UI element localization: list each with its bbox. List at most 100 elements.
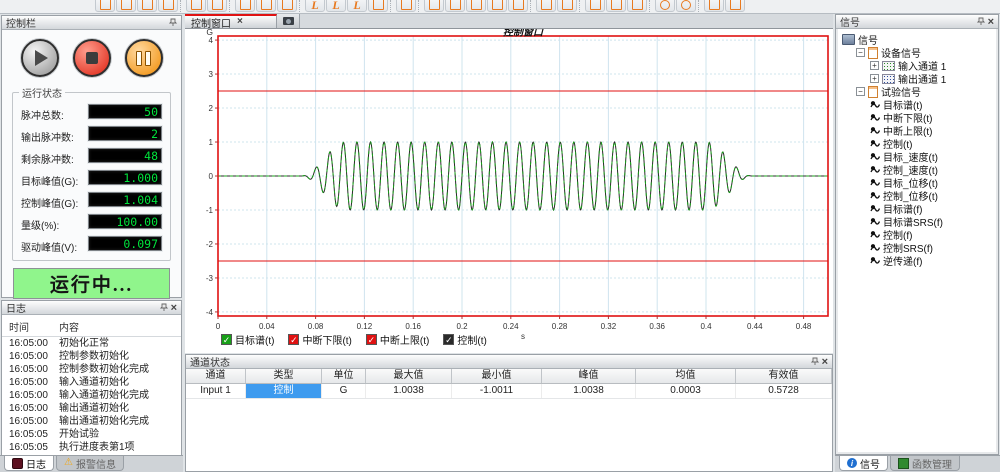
toolbar-close-button[interactable] bbox=[725, 0, 745, 12]
channel-col-4[interactable]: 最大值 bbox=[366, 369, 452, 383]
legend-checkbox[interactable]: ✓ bbox=[366, 334, 377, 345]
channel-col-1[interactable]: 通道 bbox=[186, 369, 246, 383]
toolbar-clock-button[interactable] bbox=[277, 0, 297, 12]
channel-col-2[interactable]: 类型 bbox=[246, 369, 322, 383]
channel-col-8[interactable]: 有效值 bbox=[736, 369, 832, 383]
play-icon bbox=[35, 50, 48, 66]
toolbar-new-button[interactable] bbox=[95, 0, 115, 12]
log-row[interactable]: 16:05:05执行进度表第1项 bbox=[2, 441, 181, 454]
legend-checkbox[interactable]: ✓ bbox=[443, 334, 454, 345]
toolbar-table-columns-button[interactable] bbox=[466, 0, 486, 12]
status-field-row: 控制峰值(G):1.004 bbox=[19, 190, 164, 212]
status-field-label: 驱动峰值(V): bbox=[21, 239, 77, 254]
play-button[interactable] bbox=[21, 39, 59, 77]
toolbar-print-button[interactable] bbox=[207, 0, 227, 12]
main-toolbar: LLL bbox=[0, 0, 1000, 14]
log-row[interactable]: 16:05:00输出通道初始化完成 bbox=[2, 415, 181, 428]
log-row[interactable]: 16:05:00初始化正常 bbox=[2, 337, 181, 350]
toolbar-zoom-out-button[interactable] bbox=[676, 0, 696, 12]
clock-icon bbox=[282, 0, 293, 10]
expand-icon[interactable]: + bbox=[870, 74, 879, 83]
pin-icon[interactable] bbox=[811, 357, 819, 366]
collapse-icon[interactable]: − bbox=[856, 48, 865, 57]
toolbar-window-add-button[interactable] bbox=[557, 0, 577, 12]
pin-icon[interactable] bbox=[169, 18, 177, 27]
close-icon[interactable]: × bbox=[988, 17, 994, 27]
pin-icon[interactable] bbox=[977, 17, 985, 26]
log-row[interactable]: 16:05:00输入通道初始化 bbox=[2, 376, 181, 389]
expand-icon[interactable]: + bbox=[870, 61, 879, 70]
tree-item-逆传递(f)[interactable]: 逆传递(f) bbox=[838, 254, 996, 267]
signal-tab-函数管理[interactable]: 函数管理 bbox=[890, 456, 960, 471]
signal-tree: 信号−设备信号+输入通道 1+输出通道 1−试验信号目标谱(t)中断下限(t)中… bbox=[836, 29, 998, 454]
log-tab-日志[interactable]: 日志 bbox=[4, 456, 54, 471]
toolbar-layout-vertical-button[interactable] bbox=[606, 0, 626, 12]
legend-item[interactable]: ✓中断上限(t) bbox=[366, 332, 429, 347]
toolbar-copy-button[interactable] bbox=[186, 0, 206, 12]
toolbar-chart-edit-button[interactable] bbox=[508, 0, 528, 12]
log-row[interactable]: 16:05:00控制参数初始化 bbox=[2, 350, 181, 363]
toolbar-pie-chart-button[interactable] bbox=[256, 0, 276, 12]
close-icon[interactable]: × bbox=[171, 303, 177, 313]
toolbar-favorite-button[interactable] bbox=[235, 0, 255, 12]
channel-col-6[interactable]: 峰值 bbox=[542, 369, 636, 383]
toolbar-signal-L-large-button[interactable]: L bbox=[347, 0, 367, 12]
log-row[interactable]: 16:05:00输入通道初始化完成 bbox=[2, 389, 181, 402]
collapse-icon[interactable]: − bbox=[856, 87, 865, 96]
toolbar-signal-L-small-button[interactable]: L bbox=[305, 0, 325, 12]
pause-button[interactable] bbox=[125, 39, 163, 77]
log-tab-label: 日志 bbox=[26, 456, 46, 471]
legend-item[interactable]: ✓中断下限(t) bbox=[288, 332, 351, 347]
x-tick-label: 0.16 bbox=[405, 322, 421, 331]
legend-label: 中断上限(t) bbox=[380, 332, 429, 347]
log-time: 16:05:00 bbox=[9, 402, 59, 415]
channel-cell: Input 1 bbox=[186, 384, 246, 398]
toolbar-close-file-button[interactable] bbox=[137, 0, 157, 12]
y-tick-label: -2 bbox=[206, 240, 214, 249]
legend-checkbox[interactable]: ✓ bbox=[221, 334, 232, 345]
waveform-leaf-icon bbox=[870, 178, 880, 187]
waveform-leaf-icon bbox=[870, 139, 880, 148]
legend-item[interactable]: ✓控制(t) bbox=[443, 332, 486, 347]
toolbar-open-button[interactable] bbox=[116, 0, 136, 12]
toolbar-layout-cascade-button[interactable] bbox=[627, 0, 647, 12]
close-icon[interactable]: × bbox=[237, 17, 243, 27]
toolbar-undo-button[interactable] bbox=[704, 0, 724, 12]
toolbar-chart-view-button[interactable] bbox=[487, 0, 507, 12]
legend-item[interactable]: ✓目标谱(t) bbox=[221, 332, 274, 347]
tree-item-中断上限(t)[interactable]: 中断上限(t) bbox=[838, 124, 996, 137]
waveform-leaf-icon bbox=[870, 243, 880, 252]
tab-control-window[interactable]: 控制窗口 × bbox=[185, 14, 277, 28]
channel-row[interactable]: Input 1控制G1.0038-1.00111.00380.00030.572… bbox=[186, 384, 832, 399]
log-tab-报警信息[interactable]: ⚠报警信息 bbox=[56, 456, 124, 471]
stop-button[interactable] bbox=[73, 39, 111, 77]
toolbar-table-add-button[interactable] bbox=[445, 0, 465, 12]
x-tick-label: 0.04 bbox=[259, 322, 275, 331]
toolbar-save-button[interactable] bbox=[158, 0, 178, 12]
channel-col-5[interactable]: 最小值 bbox=[452, 369, 542, 383]
toolbar-signal-L-medium-button[interactable]: L bbox=[326, 0, 346, 12]
transport-buttons bbox=[2, 30, 181, 77]
toolbar-table-view-button[interactable] bbox=[424, 0, 444, 12]
log-row[interactable]: 16:05:00控制参数初始化完成 bbox=[2, 363, 181, 376]
toolbar-window-link-button[interactable] bbox=[536, 0, 556, 12]
toolbar-layout-horizontal-button[interactable] bbox=[585, 0, 605, 12]
channel-col-7[interactable]: 均值 bbox=[636, 369, 736, 383]
toolbar-zoom-in-button[interactable] bbox=[655, 0, 675, 12]
channel-cell: 1.0038 bbox=[542, 384, 636, 398]
channel-col-3[interactable]: 单位 bbox=[322, 369, 366, 383]
pin-icon[interactable] bbox=[160, 303, 168, 312]
channel-cell: 0.0003 bbox=[636, 384, 736, 398]
tree-item-目标谱SRS(f)[interactable]: 目标谱SRS(f) bbox=[838, 215, 996, 228]
log-time: 16:05:00 bbox=[9, 337, 59, 350]
log-row[interactable]: 16:05:05开始试验 bbox=[2, 428, 181, 441]
close-icon[interactable]: × bbox=[822, 357, 828, 367]
toolbar-attach-button[interactable] bbox=[368, 0, 388, 12]
log-row[interactable]: 16:05:00输出通道初始化 bbox=[2, 402, 181, 415]
x-tick-label: 0.4 bbox=[700, 322, 712, 331]
signal-tab-信号[interactable]: i信号 bbox=[839, 456, 888, 471]
legend-checkbox[interactable]: ✓ bbox=[288, 334, 299, 345]
waveform-leaf-icon bbox=[870, 256, 880, 265]
snapshot-tab[interactable] bbox=[277, 14, 300, 28]
toolbar-waveform-button[interactable] bbox=[396, 0, 416, 12]
